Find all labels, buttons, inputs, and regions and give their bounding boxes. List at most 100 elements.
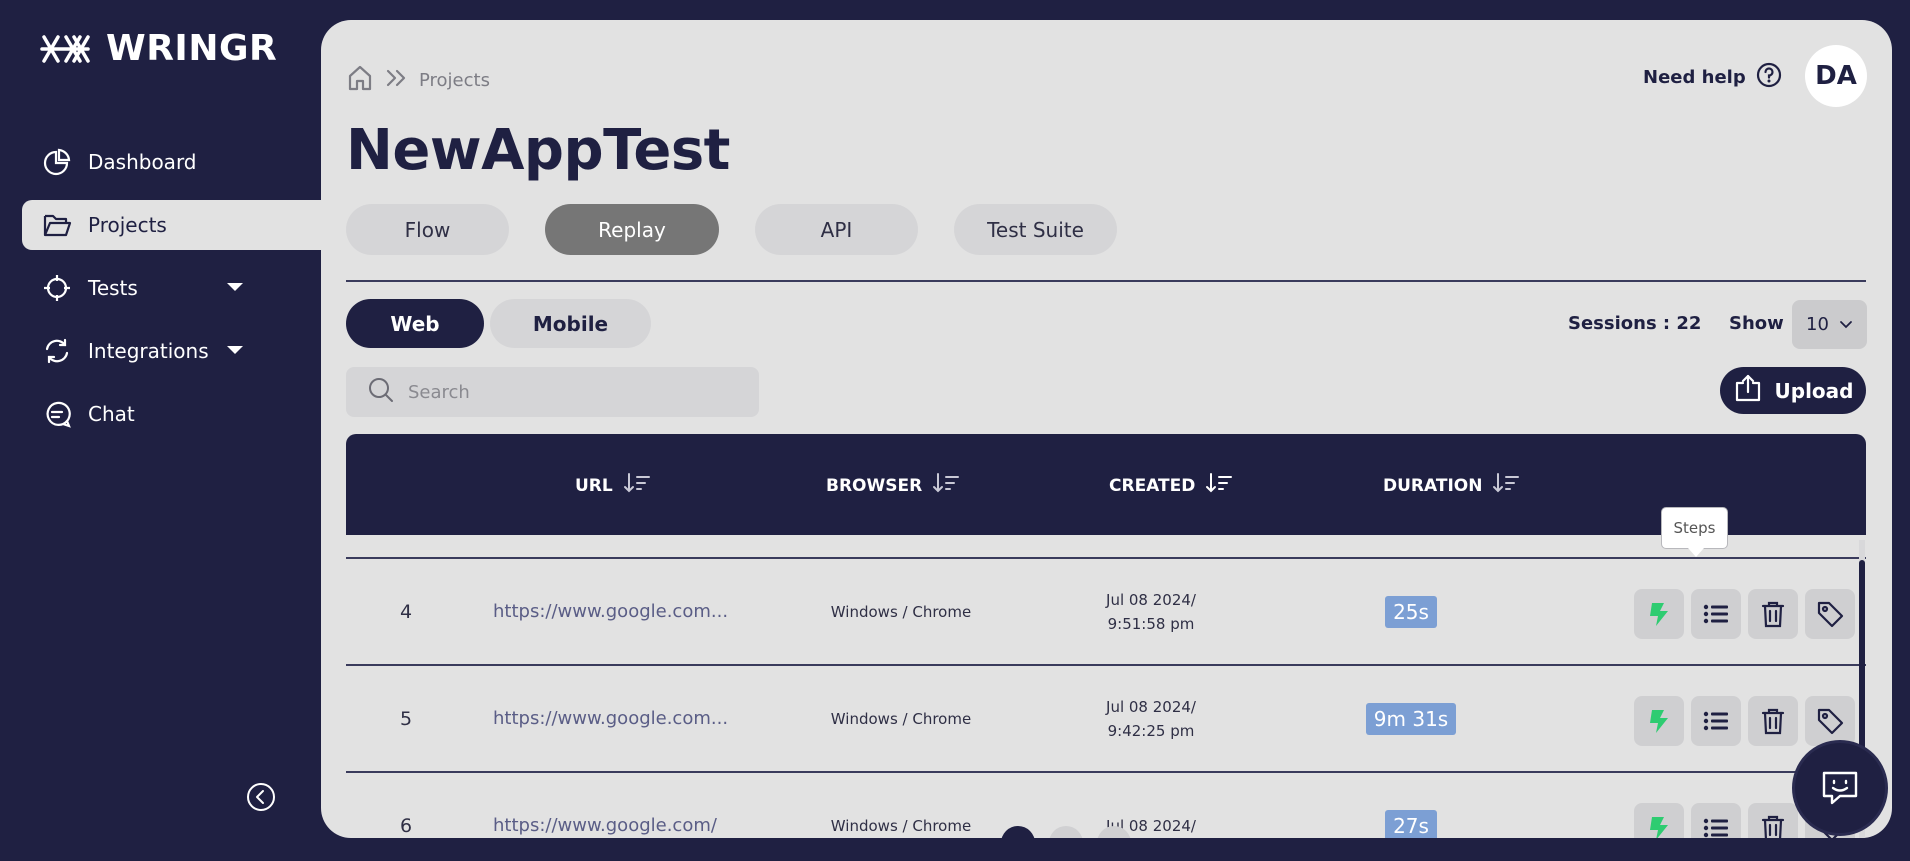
tag-button[interactable] <box>1805 589 1855 639</box>
sidebar-item-chat[interactable]: Chat <box>22 389 322 439</box>
trash-icon <box>1761 815 1785 838</box>
column-header-created[interactable]: CREATED <box>1109 472 1233 499</box>
sidebar-item-integrations[interactable]: Integrations <box>22 326 322 376</box>
row-url-link[interactable]: https://www.google.com... <box>493 559 728 664</box>
column-label: CREATED <box>1109 475 1196 496</box>
project-tabs: Flow Replay API Test Suite <box>346 204 1117 255</box>
sidebar-item-label: Projects <box>88 213 167 237</box>
created-time: 9:51:58 pm <box>1107 614 1195 633</box>
sessions-count: Sessions : 22 <box>1568 313 1702 334</box>
chat-bubble-icon <box>42 399 72 429</box>
platform-web-button[interactable]: Web <box>346 299 484 348</box>
platform-mobile-button[interactable]: Mobile <box>490 299 651 348</box>
breadcrumb: Projects <box>347 64 490 97</box>
search-box <box>346 367 759 417</box>
collapse-sidebar-button[interactable] <box>246 782 276 812</box>
replay-button[interactable] <box>1634 803 1684 838</box>
table-row[interactable]: 4 https://www.google.com... Windows / Ch… <box>346 557 1866 664</box>
sort-icon[interactable] <box>1205 472 1233 499</box>
pagination <box>1001 826 1131 838</box>
sidebar-nav: Dashboard Projects Tests Integrations Ch… <box>22 137 322 452</box>
replay-bolt-icon <box>1650 603 1668 626</box>
row-duration: 25s <box>1316 559 1506 664</box>
tag-icon <box>1817 601 1844 628</box>
steps-button[interactable] <box>1691 803 1741 838</box>
row-duration: 27s <box>1316 773 1506 838</box>
table-header: URL BROWSER CREATED DURATION <box>346 434 1866 535</box>
replay-button[interactable] <box>1634 696 1684 746</box>
breadcrumb-current[interactable]: Projects <box>419 70 490 91</box>
chat-support-button[interactable] <box>1792 740 1888 836</box>
sidebar-item-projects[interactable]: Projects <box>22 200 322 250</box>
steps-tooltip: Steps <box>1661 507 1728 557</box>
sidebar-item-tests[interactable]: Tests <box>22 263 322 313</box>
column-header-duration[interactable]: DURATION <box>1383 472 1520 499</box>
sidebar-item-label: Dashboard <box>88 150 197 174</box>
pie-chart-icon <box>42 147 72 177</box>
wringr-logo-icon <box>40 34 90 63</box>
row-actions <box>1634 696 1855 746</box>
row-number: 4 <box>399 600 413 623</box>
delete-button[interactable] <box>1748 696 1798 746</box>
list-icon <box>1703 818 1728 838</box>
chevron-left-circle-icon <box>247 783 275 811</box>
sidebar-item-label: Integrations <box>88 339 209 363</box>
row-number: 5 <box>399 707 413 730</box>
section-divider <box>346 280 1866 282</box>
list-icon <box>1703 604 1728 624</box>
sidebar-item-label: Chat <box>88 402 135 426</box>
delete-button[interactable] <box>1748 589 1798 639</box>
trash-icon <box>1761 601 1785 628</box>
chevron-down-icon[interactable] <box>227 346 243 354</box>
show-label: Show <box>1729 313 1784 334</box>
steps-button[interactable] <box>1691 696 1741 746</box>
tab-flow[interactable]: Flow <box>346 204 509 255</box>
steps-button[interactable] <box>1691 589 1741 639</box>
platform-toggle: Web Mobile <box>346 299 651 348</box>
duration-badge: 27s <box>1385 809 1437 838</box>
page-button[interactable] <box>1001 826 1035 838</box>
sidebar-item-label: Tests <box>88 276 138 300</box>
tab-api[interactable]: API <box>755 204 918 255</box>
home-icon[interactable] <box>347 64 373 97</box>
column-header-browser[interactable]: BROWSER <box>826 472 960 499</box>
tag-button[interactable] <box>1805 696 1855 746</box>
trash-icon <box>1761 708 1785 735</box>
row-url-link[interactable]: https://www.google.com/ <box>493 773 717 838</box>
folder-icon <box>42 210 72 240</box>
double-chevron-right-icon <box>385 69 407 92</box>
main-panel: Projects NewAppTest Need help DA Flow Re… <box>321 20 1892 838</box>
sync-icon <box>42 336 72 366</box>
upload-label: Upload <box>1774 378 1854 403</box>
search-input[interactable] <box>408 381 728 403</box>
need-help-button[interactable]: Need help <box>1643 62 1782 93</box>
replay-bolt-icon <box>1650 710 1668 733</box>
tab-replay[interactable]: Replay <box>545 204 719 255</box>
replay-button[interactable] <box>1634 589 1684 639</box>
row-browser: Windows / Chrome <box>830 602 972 621</box>
question-circle-icon <box>1756 62 1782 93</box>
column-header-url[interactable]: URL <box>575 472 651 499</box>
crosshair-icon <box>42 273 72 303</box>
created-time: 9:42:25 pm <box>1107 721 1195 740</box>
tab-test-suite[interactable]: Test Suite <box>954 204 1117 255</box>
page-button[interactable] <box>1049 826 1083 838</box>
page-size-select[interactable]: 10 <box>1792 300 1867 349</box>
page-button[interactable] <box>1097 826 1131 838</box>
duration-badge: 25s <box>1385 595 1437 628</box>
row-created: Jul 08 2024/ 9:42:25 pm <box>1066 666 1236 771</box>
column-label: URL <box>575 475 613 496</box>
delete-button[interactable] <box>1748 803 1798 838</box>
avatar[interactable]: DA <box>1805 45 1867 107</box>
list-icon <box>1703 711 1728 731</box>
sort-icon[interactable] <box>932 472 960 499</box>
sort-icon[interactable] <box>623 472 651 499</box>
row-created: Jul 08 2024/ 9:51:58 pm <box>1066 559 1236 664</box>
sidebar-item-dashboard[interactable]: Dashboard <box>22 137 322 187</box>
sort-icon[interactable] <box>1492 472 1520 499</box>
upload-button[interactable]: Upload <box>1720 367 1866 414</box>
created-date: Jul 08 2024/ <box>1106 697 1196 716</box>
chevron-down-icon[interactable] <box>227 283 243 291</box>
table-row[interactable]: 5 https://www.google.com... Windows / Ch… <box>346 664 1866 771</box>
row-url-link[interactable]: https://www.google.com... <box>493 666 728 771</box>
